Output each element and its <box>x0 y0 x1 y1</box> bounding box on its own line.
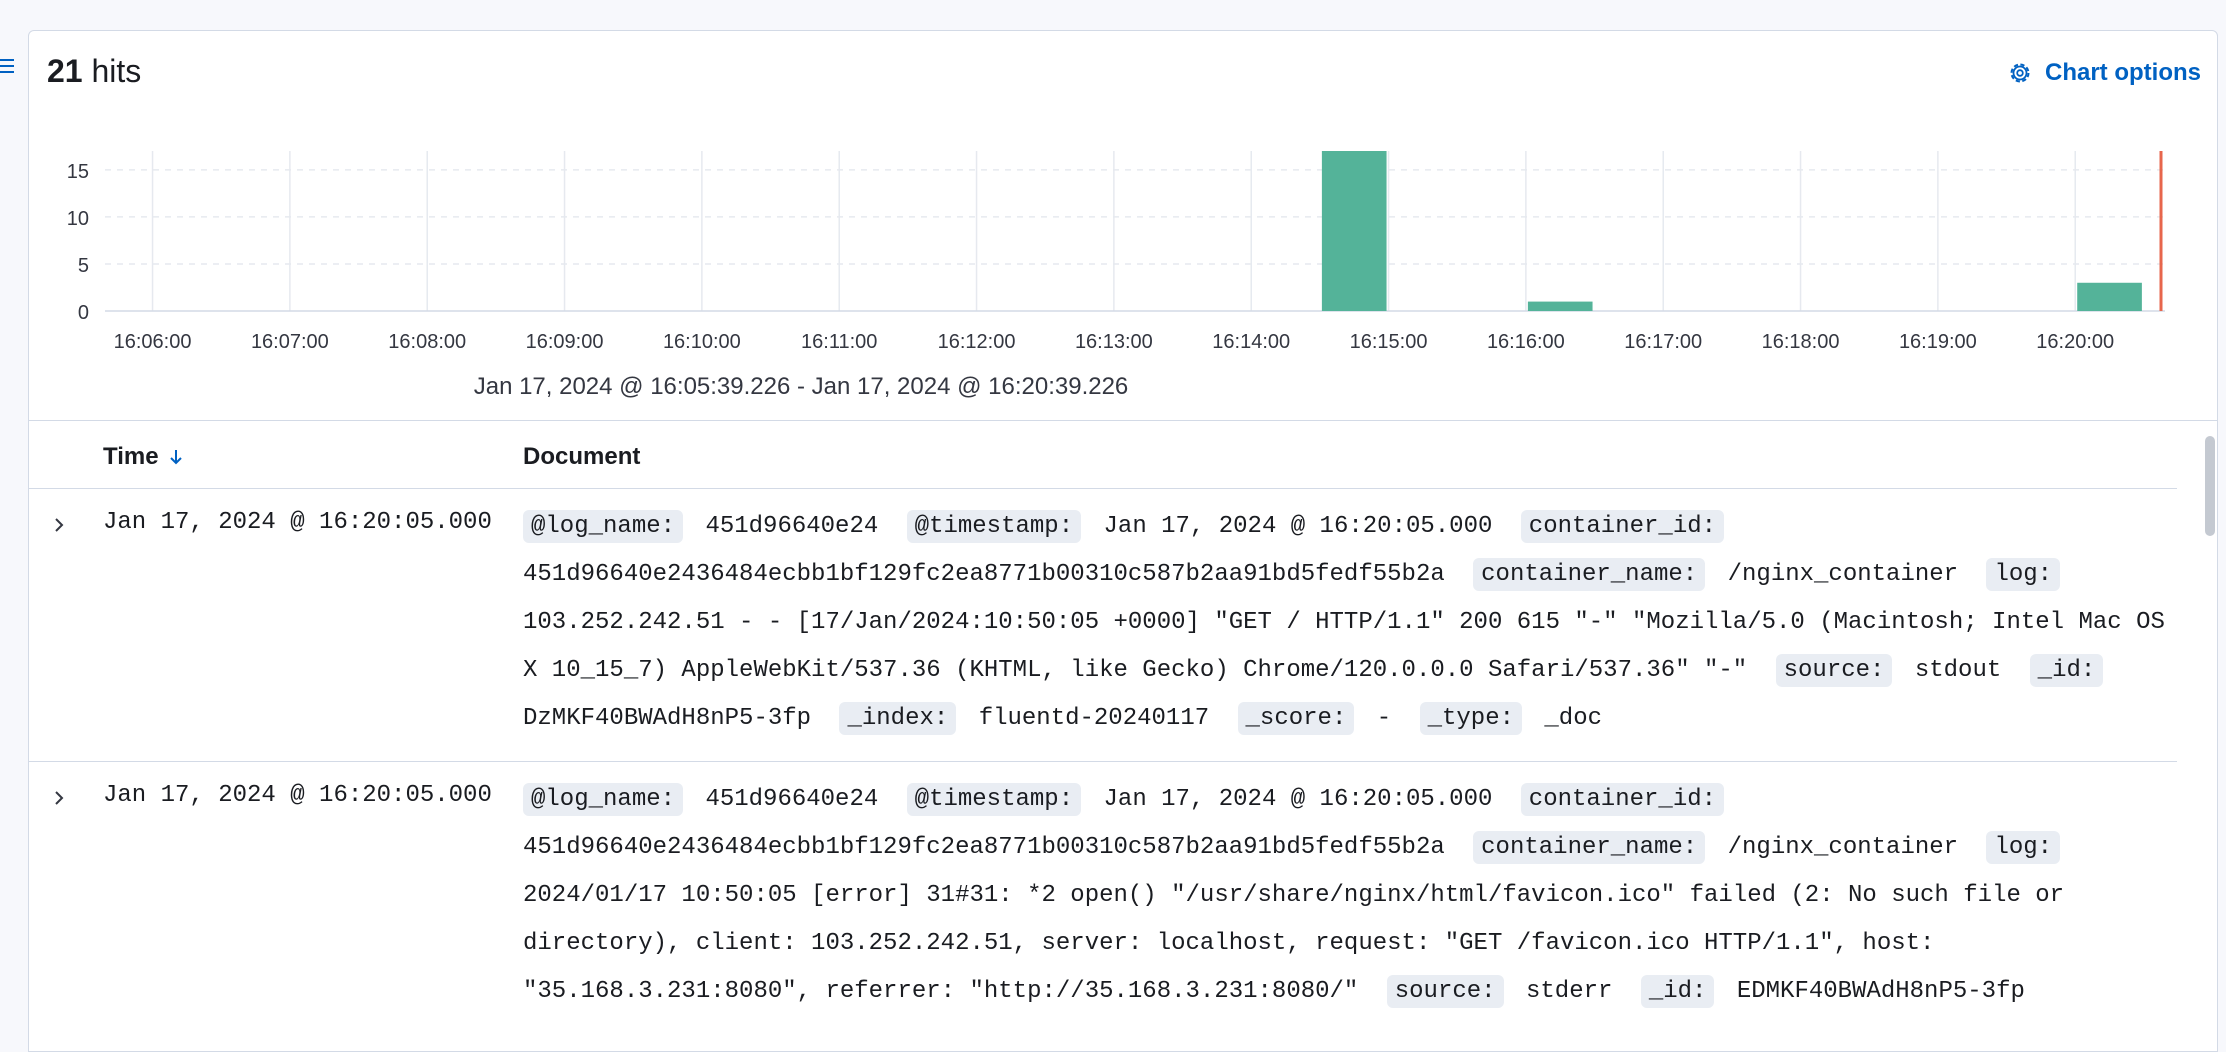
field-key: @log_name: <box>523 783 684 816</box>
chevron-right-icon[interactable] <box>47 513 71 537</box>
field-key: @timestamp: <box>906 783 1082 816</box>
time-range-label: Jan 17, 2024 @ 16:05:39.226 - Jan 17, 20… <box>473 373 1129 400</box>
y-tick-label: 5 <box>78 255 89 277</box>
x-tick-label: 16:12:00 <box>938 331 1016 353</box>
y-tick-label: 10 <box>67 208 89 230</box>
field-key: _id: <box>1640 975 1715 1008</box>
document-column-header: Document <box>523 443 641 470</box>
x-tick-label: 16:20:00 <box>2036 331 2114 353</box>
field-value: Jan 17, 2024 @ 16:20:05.000 <box>1103 513 1493 540</box>
histogram-bar[interactable] <box>1321 151 1387 311</box>
field-value: /nginx_container <box>1727 834 1959 861</box>
chart-divider <box>29 420 2217 421</box>
table-row: Jan 17, 2024 @ 16:20:05.000 @log_name: 4… <box>29 489 2177 762</box>
field-value: Jan 17, 2024 @ 16:20:05.000 <box>1103 786 1493 813</box>
x-tick-label: 16:13:00 <box>1075 331 1153 353</box>
sort-descending-icon[interactable] <box>167 446 185 468</box>
field-key: log: <box>1986 558 2061 591</box>
x-tick-label: 16:18:00 <box>1762 331 1840 353</box>
collapse-sidebar-icon[interactable] <box>0 52 18 80</box>
chevron-right-icon[interactable] <box>47 786 71 810</box>
field-key: @log_name: <box>523 510 684 543</box>
x-tick-label: 16:09:00 <box>526 331 604 353</box>
field-value: EDMKF40BWAdH8nP5-3fp <box>1736 978 2025 1005</box>
field-key: _score: <box>1237 702 1355 735</box>
field-key: container_name: <box>1473 831 1706 864</box>
field-value: stderr <box>1525 978 1613 1005</box>
field-key: _index: <box>839 702 957 735</box>
field-value: /nginx_container <box>1727 561 1959 588</box>
time-column-label: Time <box>103 443 159 470</box>
x-tick-label: 16:14:00 <box>1212 331 1290 353</box>
field-value: _doc <box>1544 705 1603 732</box>
x-tick-label: 16:15:00 <box>1350 331 1428 353</box>
histogram-bar[interactable] <box>2077 282 2142 311</box>
field-value: 451d96640e24 <box>705 513 879 540</box>
field-key: _id: <box>2029 654 2104 687</box>
field-value: 451d96640e24 <box>705 786 879 813</box>
field-value: - <box>1376 705 1406 732</box>
time-column-header[interactable]: Time <box>103 439 185 475</box>
field-value: DzMKF40BWAdH8nP5-3fp <box>523 705 812 732</box>
document-summary: @log_name: 451d96640e24 @timestamp: Jan … <box>523 503 2183 751</box>
hits-histogram[interactable]: 0 5 10 15 16:06:00 16:07:00 16:08:00 16:09:00 16… <box>29 31 2217 371</box>
field-key: container_id: <box>1520 783 1725 816</box>
field-key: source: <box>1386 975 1504 1008</box>
histogram-bar[interactable] <box>1527 301 1593 311</box>
field-value: 451d96640e2436484ecbb1bf129fc2ea8771b003… <box>523 834 1445 861</box>
x-tick-label: 16:11:00 <box>801 331 877 353</box>
field-value: fluentd-20240117 <box>978 705 1210 732</box>
row-timestamp: Jan 17, 2024 @ 16:20:05.000 <box>103 782 492 809</box>
table-row: Jan 17, 2024 @ 16:20:05.000 @log_name: 4… <box>29 762 2177 1051</box>
y-tick-label: 15 <box>67 161 89 183</box>
x-tick-label: 16:07:00 <box>251 331 329 353</box>
field-key: _type: <box>1419 702 1522 735</box>
scrollbar-thumb[interactable] <box>2205 436 2215 536</box>
x-tick-label: 16:08:00 <box>388 331 466 353</box>
x-tick-label: 16:16:00 <box>1487 331 1565 353</box>
field-value: stdout <box>1914 657 2002 684</box>
discover-results-panel: 21 hits Chart options 0 5 10 15 16:06:00 16:0… <box>28 30 2218 1052</box>
document-summary: @log_name: 451d96640e24 @timestamp: Jan … <box>523 776 2183 1024</box>
field-key: @timestamp: <box>906 510 1082 543</box>
field-key: source: <box>1775 654 1893 687</box>
x-tick-label: 16:17:00 <box>1624 331 1702 353</box>
x-tick-label: 16:06:00 <box>114 331 192 353</box>
field-key: container_name: <box>1473 558 1706 591</box>
x-tick-label: 16:10:00 <box>663 331 741 353</box>
field-value: 451d96640e2436484ecbb1bf129fc2ea8771b003… <box>523 561 1445 588</box>
field-key: container_id: <box>1520 510 1725 543</box>
y-tick-label: 0 <box>78 302 89 324</box>
field-key: log: <box>1986 831 2061 864</box>
x-tick-label: 16:19:00 <box>1899 331 1977 353</box>
row-timestamp: Jan 17, 2024 @ 16:20:05.000 <box>103 509 492 536</box>
